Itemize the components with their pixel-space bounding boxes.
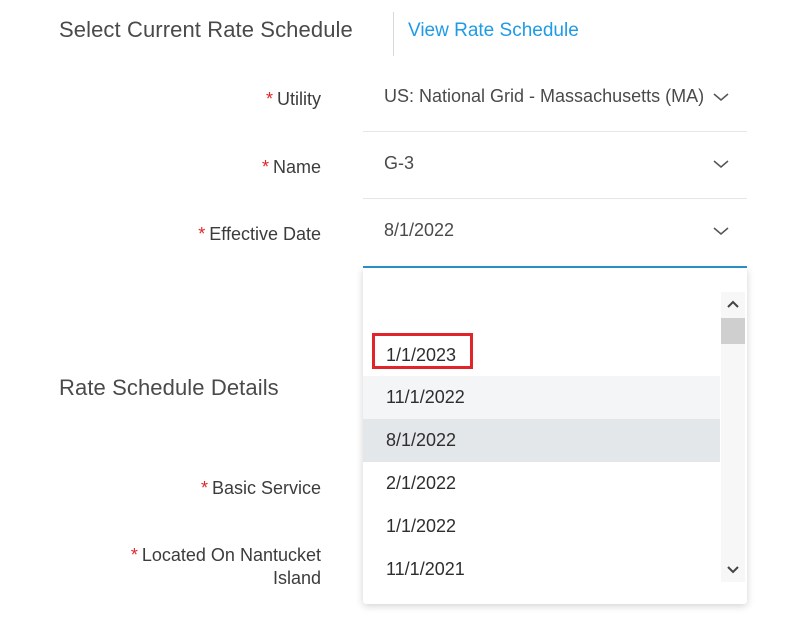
effective-date-value: 8/1/2022 bbox=[384, 220, 455, 240]
dropdown-option[interactable]: 1/1/2022 bbox=[363, 505, 720, 548]
basic-service-label: * Basic Service bbox=[201, 477, 321, 500]
view-rate-schedule-link[interactable]: View Rate Schedule bbox=[408, 20, 579, 42]
utility-value: US: National Grid - Massachusetts (MA) bbox=[384, 86, 705, 106]
effective-date-select[interactable]: 8/1/2022 bbox=[363, 200, 747, 269]
utility-label: * Utility bbox=[266, 88, 321, 111]
chevron-down-icon bbox=[713, 227, 729, 235]
chevron-down-icon bbox=[713, 93, 729, 101]
dropdown-option[interactable]: 11/1/2022 bbox=[363, 376, 720, 419]
scroll-up-icon[interactable] bbox=[721, 293, 745, 315]
effective-date-dropdown[interactable]: 1/1/2023 11/1/2022 8/1/2022 2/1/2022 1/1… bbox=[363, 268, 747, 604]
header-divider bbox=[393, 12, 394, 56]
rate-schedule-section-title: Select Current Rate Schedule bbox=[59, 17, 353, 42]
effective-date-label-text: Effective Date bbox=[209, 224, 321, 244]
annotation-highlight-box bbox=[372, 333, 473, 369]
chevron-down-icon bbox=[713, 160, 729, 168]
nantucket-label-line2: Island bbox=[272, 568, 321, 588]
required-mark: * bbox=[200, 478, 208, 498]
rate-schedule-details-title: Rate Schedule Details bbox=[59, 375, 279, 400]
dropdown-option[interactable]: 11/1/2021 bbox=[363, 548, 720, 591]
dropdown-option-selected[interactable]: 8/1/2022 bbox=[363, 419, 720, 462]
required-mark: * bbox=[130, 545, 138, 565]
dropdown-scroll-thumb[interactable] bbox=[721, 318, 745, 344]
utility-label-text: Utility bbox=[277, 89, 321, 109]
required-mark: * bbox=[198, 224, 206, 244]
name-label: * Name bbox=[262, 156, 321, 179]
utility-select[interactable]: US: National Grid - Massachusetts (MA) bbox=[363, 66, 747, 132]
required-mark: * bbox=[261, 157, 269, 177]
name-value: G-3 bbox=[384, 153, 415, 173]
effective-date-label: * Effective Date bbox=[198, 223, 321, 246]
basic-service-label-text: Basic Service bbox=[211, 478, 321, 498]
nantucket-label: * Located On Nantucket Island bbox=[131, 544, 321, 590]
name-label-text: Name bbox=[272, 157, 321, 177]
required-mark: * bbox=[265, 89, 273, 109]
scroll-down-icon[interactable] bbox=[721, 559, 745, 581]
nantucket-label-line1: Located On Nantucket bbox=[141, 545, 321, 565]
name-select[interactable]: G-3 bbox=[363, 133, 747, 199]
dropdown-option[interactable]: 2/1/2022 bbox=[363, 462, 720, 505]
